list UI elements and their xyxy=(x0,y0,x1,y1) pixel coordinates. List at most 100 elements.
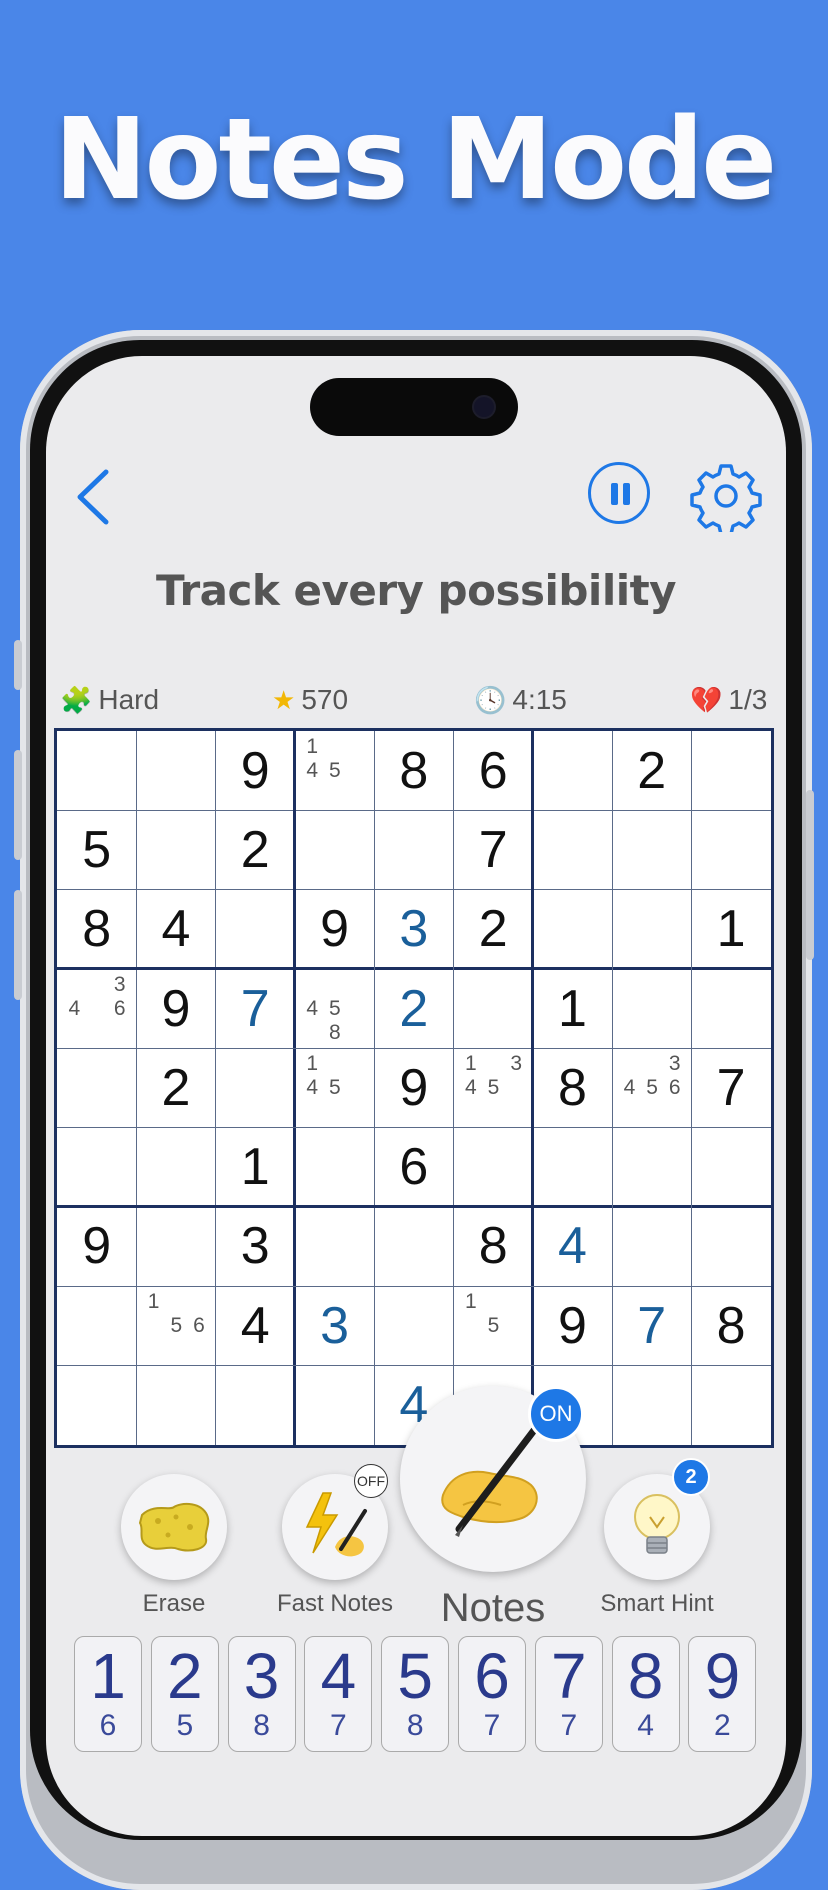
number-key-5[interactable]: 58 xyxy=(381,1636,450,1752)
sudoku-cell[interactable]: 1 xyxy=(216,1128,295,1207)
sudoku-cell[interactable]: 6 xyxy=(374,1128,453,1207)
erase-tool[interactable]: Erase xyxy=(118,1474,230,1618)
sudoku-cell[interactable] xyxy=(295,810,374,889)
back-button[interactable] xyxy=(70,462,120,532)
sudoku-cell[interactable]: 2 xyxy=(216,810,295,889)
note-digit xyxy=(142,1314,165,1338)
sudoku-cell[interactable] xyxy=(691,1128,770,1207)
sudoku-cell[interactable] xyxy=(533,890,612,969)
number-key-2[interactable]: 25 xyxy=(150,1636,219,1752)
sudoku-cell[interactable]: 2 xyxy=(612,731,691,810)
smart-hint-tool[interactable]: 2 Smart Hint xyxy=(592,1458,722,1618)
erase-button[interactable] xyxy=(121,1474,227,1580)
sudoku-cell[interactable] xyxy=(374,1286,453,1365)
sudoku-cell[interactable] xyxy=(612,890,691,969)
number-key-9[interactable]: 92 xyxy=(688,1636,757,1752)
pause-button[interactable] xyxy=(588,462,650,524)
sudoku-cell[interactable] xyxy=(136,731,215,810)
sudoku-cell[interactable] xyxy=(295,1207,374,1286)
sudoku-cell[interactable]: 2 xyxy=(454,890,533,969)
sudoku-cell[interactable] xyxy=(533,731,612,810)
sudoku-cell[interactable] xyxy=(612,1365,691,1444)
sudoku-cell[interactable]: 458 xyxy=(295,969,374,1048)
sudoku-cell[interactable] xyxy=(295,1128,374,1207)
sudoku-cell[interactable]: 7 xyxy=(216,969,295,1048)
sudoku-cell[interactable]: 3 xyxy=(374,890,453,969)
sudoku-cell[interactable]: 145 xyxy=(295,731,374,810)
sudoku-cell[interactable] xyxy=(612,1207,691,1286)
sudoku-cell[interactable]: 7 xyxy=(612,1286,691,1365)
sudoku-cell[interactable]: 3 4 6 xyxy=(57,969,136,1048)
sudoku-cell[interactable] xyxy=(691,731,770,810)
sudoku-cell[interactable]: 9 xyxy=(57,1207,136,1286)
number-key-1[interactable]: 16 xyxy=(74,1636,142,1752)
sudoku-cell[interactable]: 9 xyxy=(136,969,215,1048)
sudoku-cell[interactable] xyxy=(612,1128,691,1207)
sudoku-cell[interactable] xyxy=(57,1048,136,1127)
sudoku-cell[interactable]: 3 456 xyxy=(612,1048,691,1127)
sudoku-cell[interactable]: 4 xyxy=(136,890,215,969)
sudoku-cell[interactable]: 4 xyxy=(216,1286,295,1365)
sudoku-cell[interactable]: 8 xyxy=(533,1048,612,1127)
score-value: 570 xyxy=(301,684,349,715)
sudoku-cell[interactable] xyxy=(691,969,770,1048)
sudoku-cell[interactable]: 1 xyxy=(691,890,770,969)
sudoku-cell[interactable]: 2 xyxy=(374,969,453,1048)
number-key-7[interactable]: 77 xyxy=(534,1636,603,1752)
sudoku-cell[interactable] xyxy=(374,1207,453,1286)
sudoku-cell[interactable]: 5 xyxy=(57,810,136,889)
sudoku-cell[interactable] xyxy=(136,1207,215,1286)
sudoku-cell[interactable] xyxy=(612,969,691,1048)
sudoku-cell[interactable] xyxy=(57,1365,136,1444)
sudoku-cell[interactable]: 8 xyxy=(691,1286,770,1365)
sudoku-cell[interactable]: 7 xyxy=(691,1048,770,1127)
note-digit xyxy=(324,1100,347,1124)
number-key-8[interactable]: 84 xyxy=(611,1636,680,1752)
sudoku-cell[interactable]: 2 xyxy=(136,1048,215,1127)
sudoku-cell[interactable] xyxy=(136,810,215,889)
sudoku-cell[interactable] xyxy=(136,1365,215,1444)
sudoku-cell[interactable]: 8 xyxy=(57,890,136,969)
sudoku-cell[interactable] xyxy=(57,731,136,810)
sudoku-cell[interactable] xyxy=(454,969,533,1048)
note-digit xyxy=(482,1100,505,1124)
sudoku-cell[interactable] xyxy=(216,890,295,969)
phone-side-button xyxy=(14,750,22,860)
settings-button[interactable] xyxy=(690,460,762,536)
sudoku-cell[interactable]: 3 xyxy=(295,1286,374,1365)
sudoku-cell[interactable]: 9 xyxy=(216,731,295,810)
sudoku-cell[interactable] xyxy=(57,1128,136,1207)
sudoku-cell[interactable]: 1 3 45 xyxy=(454,1048,533,1127)
sudoku-cell[interactable]: 9 xyxy=(374,1048,453,1127)
sudoku-cell[interactable] xyxy=(136,1128,215,1207)
sudoku-cell[interactable] xyxy=(295,1365,374,1444)
sudoku-cell[interactable] xyxy=(691,1365,770,1444)
sudoku-cell[interactable] xyxy=(691,810,770,889)
sudoku-cell[interactable] xyxy=(374,810,453,889)
number-key-4[interactable]: 47 xyxy=(304,1636,373,1752)
sudoku-cell[interactable] xyxy=(216,1048,295,1127)
sudoku-cell[interactable]: 6 xyxy=(454,731,533,810)
sudoku-cell[interactable]: 9 xyxy=(533,1286,612,1365)
sudoku-cell[interactable]: 8 xyxy=(374,731,453,810)
sudoku-cell[interactable]: 1 xyxy=(533,969,612,1048)
sudoku-cell[interactable] xyxy=(57,1286,136,1365)
sudoku-cell[interactable] xyxy=(612,810,691,889)
sudoku-cell[interactable] xyxy=(533,810,612,889)
number-key-3[interactable]: 38 xyxy=(227,1636,296,1752)
sudoku-cell[interactable] xyxy=(454,1128,533,1207)
sudoku-cell[interactable]: 145 xyxy=(295,1048,374,1127)
sudoku-cell[interactable]: 7 xyxy=(454,810,533,889)
sudoku-cell[interactable]: 8 xyxy=(454,1207,533,1286)
sudoku-cell[interactable]: 4 xyxy=(533,1207,612,1286)
sudoku-cell[interactable]: 9 xyxy=(295,890,374,969)
fast-notes-tool[interactable]: OFF Fast Notes xyxy=(270,1464,400,1618)
sudoku-cell[interactable]: 15 xyxy=(454,1286,533,1365)
notes-tool[interactable]: ON Notes xyxy=(400,1386,586,1631)
sudoku-cell[interactable] xyxy=(216,1365,295,1444)
sudoku-cell[interactable] xyxy=(533,1128,612,1207)
sudoku-cell[interactable] xyxy=(691,1207,770,1286)
number-key-6[interactable]: 67 xyxy=(458,1636,526,1752)
sudoku-cell[interactable]: 3 xyxy=(216,1207,295,1286)
sudoku-cell[interactable]: 156 xyxy=(136,1286,215,1365)
